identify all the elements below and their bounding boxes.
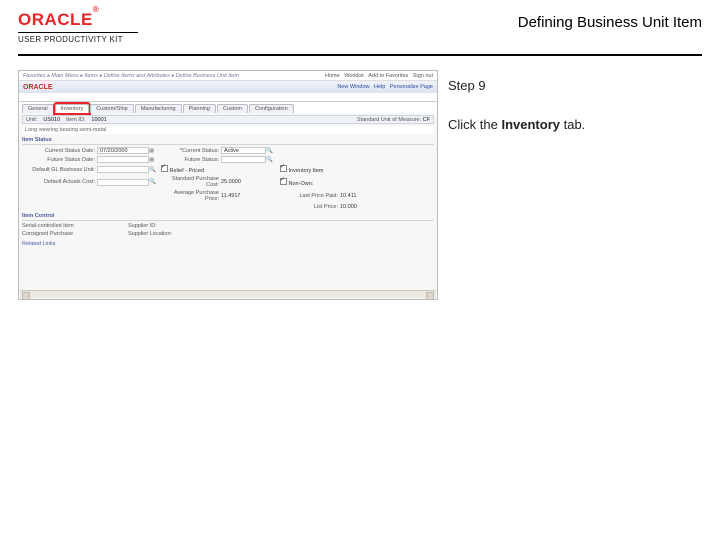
link-new-window[interactable]: New Window xyxy=(337,84,369,90)
std-cost-label: Standard Purchase Cost: xyxy=(161,176,221,188)
supplier-id-label: Supplier ID: xyxy=(128,223,198,229)
item-control-section: Item Control Serial-controlled item Supp… xyxy=(22,213,434,237)
future-status-label: Future Status: xyxy=(161,157,221,163)
list-price-value: 10.000 xyxy=(340,204,380,210)
step-text-bold: Inventory xyxy=(501,117,560,132)
page-header: ORACLE® USER PRODUCTIVITY KIT Defining B… xyxy=(0,0,720,48)
future-status-date-label: Future Status Date: xyxy=(22,157,97,163)
future-status-date-field[interactable] xyxy=(97,156,149,163)
unit-value: US010 xyxy=(43,117,60,123)
tab-manufacturing[interactable]: Manufacturing xyxy=(135,104,182,113)
inventory-item-checkbox[interactable] xyxy=(280,165,287,172)
future-status-field[interactable] xyxy=(221,156,266,163)
lookup-icon[interactable]: 🔍 xyxy=(266,148,280,154)
shot-page-header xyxy=(19,93,437,102)
supplier-location-label: Supplier Location: xyxy=(128,231,198,237)
item-label: Item ID: xyxy=(66,117,85,123)
desc-strip: Long wearing bearing semi-metal xyxy=(22,126,434,134)
curr-status-date-label: Current Status Date: xyxy=(22,148,97,154)
link-worklist[interactable]: Worklist xyxy=(344,73,363,79)
breadcrumb[interactable]: Favorites ▸ Main Menu ▸ Items ▸ Define I… xyxy=(23,73,319,79)
serial-label: Serial-controlled item xyxy=(22,223,74,229)
related-links[interactable]: Related Links xyxy=(22,241,434,247)
default-gl-label: Default GL Business Unit: xyxy=(22,167,97,173)
lookup-icon[interactable]: 🔍 xyxy=(266,157,280,163)
default-actuals-label: Default Actuals Cost: xyxy=(22,179,97,185)
brand-rule xyxy=(18,32,138,33)
link-favorites[interactable]: Add to Favorites xyxy=(368,73,408,79)
item-status-grid: Current Status Date: 07/20/2000 ▦ *Curre… xyxy=(22,147,434,210)
shot-brandbar-actions: New Window Help Personalize Page xyxy=(334,84,433,90)
uom-label: Standard Unit of Measure: xyxy=(357,117,421,123)
item-status-section: Item Status Current Status Date: 07/20/2… xyxy=(22,137,434,210)
screenshot-column: Favorites ▸ Main Menu ▸ Items ▸ Define I… xyxy=(18,70,438,300)
step-text-suffix: tab. xyxy=(560,117,585,132)
step-text: Click the Inventory tab. xyxy=(448,115,702,136)
last-price-paid-value: 10.411 xyxy=(340,193,380,199)
tab-planning[interactable]: Planning xyxy=(183,104,216,113)
link-home[interactable]: Home xyxy=(325,73,340,79)
brand-subtitle: USER PRODUCTIVITY KIT xyxy=(18,35,138,44)
default-actuals-field[interactable] xyxy=(97,179,149,186)
link-personalize[interactable]: Personalize Page xyxy=(390,84,433,90)
oracle-tm: ® xyxy=(93,5,99,14)
relief-label: Relief - Priced xyxy=(170,168,205,174)
brand-block: ORACLE® USER PRODUCTIVITY KIT xyxy=(18,10,138,44)
item-value: 10001 xyxy=(91,117,106,123)
list-price-label: List Price: xyxy=(280,204,340,210)
item-status-title: Item Status xyxy=(22,137,434,145)
curr-status-date-field[interactable]: 07/20/2000 xyxy=(97,147,149,154)
last-price-paid-label: Last Price Paid: xyxy=(280,193,340,199)
link-help[interactable]: Help xyxy=(374,84,385,90)
lookup-icon[interactable]: 🔍 xyxy=(149,167,161,173)
unit-label: Unit: xyxy=(26,117,37,123)
non-own-checkbox[interactable] xyxy=(280,178,287,185)
default-gl-field[interactable] xyxy=(97,166,149,173)
calendar-icon[interactable]: ▦ xyxy=(149,148,161,154)
item-description: Long wearing bearing semi-metal xyxy=(25,127,106,133)
step-label: Step 9 xyxy=(448,76,702,97)
relief-checkbox[interactable] xyxy=(161,165,168,172)
curr-status-label: *Current Status: xyxy=(161,148,221,154)
shot-topbar: Favorites ▸ Main Menu ▸ Items ▸ Define I… xyxy=(19,71,437,81)
tab-strip: General Inventory Custom/Ship Manufactur… xyxy=(19,102,437,113)
shot-oracle-logo: ORACLE xyxy=(23,84,53,91)
link-signout[interactable]: Sign out xyxy=(413,73,433,79)
step-text-prefix: Click the xyxy=(448,117,501,132)
inventory-item-label: Inventory Item xyxy=(289,168,324,174)
app-screenshot: Favorites ▸ Main Menu ▸ Items ▸ Define I… xyxy=(18,70,438,300)
calendar-icon[interactable]: ▦ xyxy=(149,157,161,163)
non-own-label: Non-Own: xyxy=(289,181,314,187)
uom-value: CF xyxy=(423,117,430,123)
tab-configuration[interactable]: Configuration xyxy=(249,104,294,113)
shot-brandbar: ORACLE New Window Help Personalize Page xyxy=(19,81,437,93)
avg-price-value: 11.4917 xyxy=(221,193,266,199)
item-control-grid: Serial-controlled item Supplier ID: Cons… xyxy=(22,223,434,237)
std-cost-value: 25.0000 xyxy=(221,179,266,185)
curr-status-field[interactable]: Active xyxy=(221,147,266,154)
tab-inventory[interactable]: Inventory xyxy=(55,104,90,113)
avg-price-label: Average Purchase Price: xyxy=(161,190,221,202)
oracle-logo-text: ORACLE xyxy=(18,10,93,29)
tab-custom[interactable]: Custom xyxy=(217,104,248,113)
lookup-icon[interactable]: 🔍 xyxy=(149,179,161,185)
toplinks: Home Worklist Add to Favorites Sign out xyxy=(322,73,433,79)
item-control-title: Item Control xyxy=(22,213,434,221)
tab-custom-ship[interactable]: Custom/Ship xyxy=(90,104,134,113)
main-area: Favorites ▸ Main Menu ▸ Items ▸ Define I… xyxy=(0,56,720,314)
instruction-column: Step 9 Click the Inventory tab. xyxy=(448,70,702,300)
context-strip: Unit: US010 Item ID: 10001 Standard Unit… xyxy=(22,115,434,124)
oracle-logo: ORACLE® xyxy=(18,10,138,30)
tab-general[interactable]: General xyxy=(22,104,54,113)
page-title: Defining Business Unit Item xyxy=(518,14,702,31)
consigned-label: Consigned Purchase xyxy=(22,231,73,237)
horizontal-scrollbar[interactable] xyxy=(20,290,436,298)
